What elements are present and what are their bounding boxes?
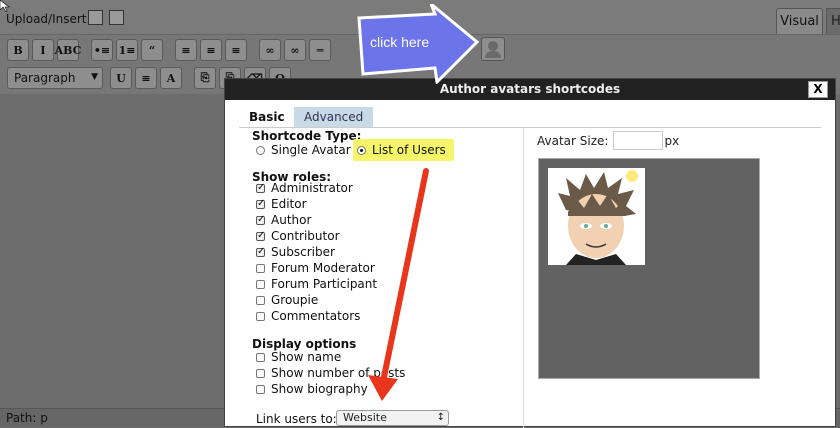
author-avatars-dialog: Author avatars shortcodes X Basic Advanc… (224, 78, 836, 428)
role-checkbox[interactable] (256, 263, 265, 273)
display-options-heading: Display options (252, 337, 357, 351)
role-checkbox-row[interactable]: Groupie (256, 293, 318, 307)
role-checkbox-row[interactable]: Commentators (256, 309, 360, 323)
role-label: Author (271, 213, 312, 227)
display-option-row[interactable]: Show biography (256, 382, 368, 396)
role-checkbox[interactable] (256, 279, 265, 289)
red-arrow-annotation (368, 168, 429, 401)
dialog-title: Author avatars shortcodes (225, 79, 835, 100)
tab-html[interactable]: H (826, 8, 840, 35)
strikethrough-icon[interactable]: ABC (55, 39, 81, 61)
cartoon-avatar-image (548, 168, 645, 265)
avatar-size-label: Avatar Size: (537, 133, 609, 148)
add-media-icon[interactable] (109, 10, 124, 25)
click-here-text: click here (370, 34, 430, 50)
radio-list-of-users-input[interactable] (357, 145, 366, 155)
dialog-tabs: Basic Advanced (225, 100, 835, 127)
text-color-icon[interactable]: A (160, 67, 182, 89)
display-option-checkbox[interactable] (256, 368, 265, 378)
display-option-row[interactable]: Show name (256, 350, 341, 364)
link-icon[interactable]: ∞ (259, 39, 281, 61)
display-option-checkbox[interactable] (256, 352, 265, 362)
more-tag-icon[interactable]: ═ (309, 39, 331, 61)
radio-single-avatar-label: Single Avatar (271, 143, 351, 157)
radio-list-of-users[interactable]: List of Users (353, 139, 454, 161)
role-checkbox[interactable] (256, 246, 265, 257)
paste-text-icon[interactable]: ⎘ (194, 67, 216, 89)
role-checkbox[interactable] (256, 214, 265, 225)
close-icon[interactable]: X (808, 81, 828, 98)
role-checkbox-row[interactable]: Administrator (256, 181, 353, 195)
tab-visual[interactable]: Visual (776, 8, 823, 35)
bullet-list-icon[interactable]: •≡ (91, 39, 113, 61)
role-checkbox-row[interactable]: Subscriber (256, 245, 335, 259)
align-right-icon[interactable]: ≡ (225, 39, 247, 61)
mouse-cursor-icon (0, 0, 10, 12)
italic-icon[interactable]: I (32, 39, 54, 61)
align-center-icon[interactable]: ≡ (200, 39, 222, 61)
add-image-icon[interactable] (88, 10, 103, 25)
role-checkbox[interactable] (256, 295, 265, 305)
numbered-list-icon[interactable]: 1≡ (116, 39, 138, 61)
avatar-size-unit: px (664, 133, 680, 148)
tab-basic[interactable]: Basic (239, 107, 295, 127)
display-option-checkbox[interactable] (256, 384, 265, 394)
shortcode-type-heading: Shortcode Type: (252, 129, 362, 143)
radio-list-of-users-label: List of Users (372, 143, 446, 157)
role-checkbox-row[interactable]: Forum Moderator (256, 261, 375, 275)
role-label: Contributor (271, 229, 340, 243)
role-checkbox-row[interactable]: Author (256, 213, 311, 227)
radio-single-avatar-input[interactable] (256, 145, 265, 155)
role-checkbox[interactable] (256, 198, 265, 209)
role-label: Groupie (271, 293, 319, 307)
display-option-label: Show biography (271, 382, 368, 396)
tab-advanced[interactable]: Advanced (294, 107, 374, 127)
role-checkbox[interactable] (256, 311, 265, 321)
role-checkbox[interactable] (256, 230, 265, 241)
role-label: Subscriber (271, 245, 335, 259)
role-label: Commentators (271, 309, 361, 323)
link-users-label: Link users to: (256, 412, 337, 426)
role-label: Editor (271, 197, 307, 211)
justify-icon[interactable]: ≡ (135, 67, 157, 89)
preview-column: Avatar Size: px (524, 128, 821, 428)
role-checkbox-row[interactable]: Forum Participant (256, 277, 377, 291)
role-checkbox[interactable] (256, 182, 265, 193)
display-option-label: Show name (271, 350, 342, 364)
upload-insert-label: Upload/Insert (6, 12, 87, 26)
blockquote-icon[interactable]: “ (141, 39, 163, 61)
toolbar-row-1: B I ABC •≡ 1≡ “≡ ≡ ≡ ∞ ∞ ═ (7, 39, 331, 61)
radio-single-avatar[interactable]: Single Avatar (256, 143, 351, 157)
role-checkbox-row[interactable]: Contributor (256, 229, 340, 243)
bold-icon[interactable]: B (7, 39, 29, 61)
media-buttons (88, 10, 124, 25)
paragraph-format-select[interactable]: Paragraph (7, 67, 103, 89)
avatar-preview (538, 158, 760, 379)
basic-panel: Shortcode Type: Single Avatar List of Us… (239, 127, 821, 428)
role-label: Administrator (271, 181, 353, 195)
role-checkbox-row[interactable]: Editor (256, 197, 307, 211)
avatar-size-row: Avatar Size: px (537, 131, 679, 150)
align-left-icon[interactable]: ≡ (175, 39, 197, 61)
unlink-icon[interactable]: ∞ (284, 39, 306, 61)
underline-icon[interactable]: U (110, 67, 132, 89)
avatar-size-input[interactable] (613, 131, 664, 150)
